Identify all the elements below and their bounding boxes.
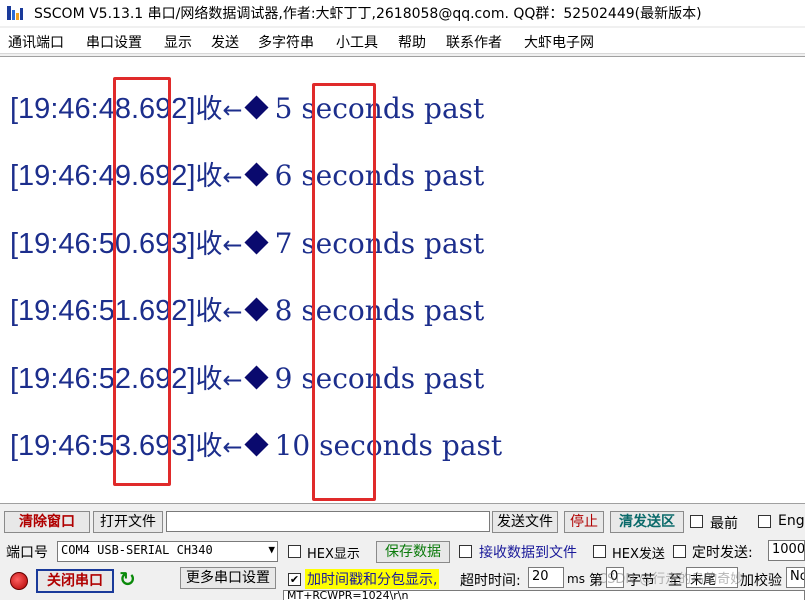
window-title: SSCOM V5.13.1 串口/网络数据调试器,作者:大虾丁丁,2618058… [34, 6, 702, 22]
receive-line: [19:46:53.693]收← 10 seconds past [10, 426, 502, 466]
port-select[interactable]: COM4 USB-SERIAL CH340 ▼ [57, 541, 278, 562]
timestamp-prefix: [19:46: [10, 160, 99, 192]
menu-website[interactable]: 大虾电子网 [524, 32, 594, 52]
stop-button[interactable]: 停止 [564, 511, 604, 533]
left-arrow-icon: ← [222, 96, 243, 124]
diamond-icon [244, 95, 269, 120]
highlight-box-seconds [113, 77, 171, 486]
receive-direction: 收 [195, 431, 223, 462]
nth-byte-input[interactable]: 0 [606, 567, 624, 588]
byte-label: 字节 [627, 573, 655, 589]
timestamp-prefix: [19:46: [10, 228, 99, 260]
left-arrow-icon: ← [222, 231, 243, 259]
timestamp-prefix: [19:46: [10, 430, 99, 462]
menu-help[interactable]: 帮助 [398, 32, 426, 52]
green-refresh-icon[interactable]: ↻ [119, 567, 136, 591]
timestamp-prefix: [19:46: [10, 295, 99, 327]
timestamp-checkbox[interactable]: ✔ [288, 573, 301, 586]
end-select[interactable]: 末尾 [686, 567, 738, 588]
menu-multi-string[interactable]: 多字符串 [258, 32, 314, 52]
receive-line: [19:46:49.692]收← 6 seconds past [10, 156, 484, 196]
menu-tools[interactable]: 小工具 [336, 32, 378, 52]
diamond-icon [244, 365, 269, 390]
diamond-icon [244, 230, 269, 255]
receive-line: [19:46:50.693]收← 7 seconds past [10, 224, 484, 264]
seconds-count: 6 [274, 159, 293, 192]
timestamp-prefix: [19:46: [10, 363, 99, 395]
receive-area[interactable]: [19:46:48.692]收← 5 seconds past [19:46:49… [0, 56, 805, 504]
receive-direction: 收 [195, 364, 223, 395]
chevron-down-icon[interactable]: ▼ [268, 543, 275, 556]
menu-comm-port[interactable]: 通讯端口 [8, 32, 64, 52]
end-select-value: 末尾 [690, 573, 717, 588]
left-arrow-icon: ← [222, 366, 243, 394]
timeout-input[interactable]: 20 [528, 567, 564, 588]
diamond-icon [244, 162, 269, 187]
timeout-label: 超时时间: [460, 573, 521, 589]
left-arrow-icon: ← [222, 298, 243, 326]
menu-bar: 通讯端口 串口设置 显示 发送 多字符串 小工具 帮助 联系作者 大虾电子网 [0, 28, 805, 54]
receive-direction: 收 [195, 161, 223, 192]
timestamp-label: 加时间戳和分包显示, [305, 569, 440, 589]
checksum-label: 加校验 [740, 573, 782, 589]
timed-send-checkbox[interactable] [673, 545, 686, 558]
receive-direction: 收 [195, 296, 223, 327]
menu-contact-author[interactable]: 联系作者 [446, 32, 502, 52]
timeout-unit: ms [567, 572, 585, 586]
menu-serial-settings[interactable]: 串口设置 [86, 32, 142, 52]
send-text-area[interactable]: MT+RCWPR=1024\r\n [283, 590, 805, 600]
receive-direction: 收 [195, 94, 223, 125]
left-arrow-icon: ← [222, 433, 243, 461]
timestamp-prefix: [19:46: [10, 93, 99, 125]
timed-send-interval-input[interactable]: 1000 [768, 540, 805, 561]
diamond-icon [244, 297, 269, 322]
hex-send-label: HEX发送 [612, 547, 665, 562]
checksum-select[interactable]: No [786, 567, 805, 588]
receive-line: [19:46:51.692]收← 8 seconds past [10, 291, 484, 331]
timed-send-label: 定时发送: [692, 545, 753, 561]
topmost-label: 最前 [710, 516, 738, 532]
seconds-count: 10 [274, 429, 311, 462]
receive-line: [19:46:52.692]收← 9 seconds past [10, 359, 484, 399]
left-arrow-icon: ← [222, 163, 243, 191]
save-data-button[interactable]: 保存数据 [376, 541, 450, 563]
english-label: Engl [778, 513, 805, 529]
menu-display[interactable]: 显示 [164, 32, 192, 52]
clear-send-button[interactable]: 清发送区 [610, 511, 684, 533]
receive-direction: 收 [195, 229, 223, 260]
open-file-button[interactable]: 打开文件 [93, 511, 163, 533]
diamond-icon [244, 432, 269, 457]
english-checkbox[interactable] [758, 515, 771, 528]
sscom-app-icon [7, 6, 23, 20]
close-port-button[interactable]: 关闭串口 [36, 569, 114, 593]
menu-send[interactable]: 发送 [211, 32, 239, 52]
seconds-count: 5 [274, 92, 293, 125]
clear-window-button[interactable]: 清除窗口 [4, 511, 90, 533]
more-port-settings-button[interactable]: 更多串口设置 [180, 567, 276, 589]
seconds-count: 8 [274, 294, 293, 327]
red-led-icon [10, 572, 28, 590]
recv-to-file-checkbox[interactable] [459, 545, 472, 558]
hex-display-label: HEX显示 [307, 547, 360, 562]
nth-label: 第 [589, 573, 603, 589]
seconds-count: 7 [274, 227, 293, 260]
send-file-button[interactable]: 发送文件 [492, 511, 558, 533]
highlight-box-count [312, 83, 376, 501]
hex-display-checkbox[interactable] [288, 545, 301, 558]
topmost-checkbox[interactable] [690, 515, 703, 528]
recv-to-file-label: 接收数据到文件 [479, 545, 577, 561]
port-select-value: COM4 USB-SERIAL CH340 [61, 543, 213, 557]
file-path-input[interactable] [166, 511, 490, 532]
to-label: 至 [668, 573, 682, 589]
seconds-count: 9 [274, 362, 293, 395]
receive-line: [19:46:48.692]收← 5 seconds past [10, 89, 484, 129]
port-label: 端口号 [6, 545, 48, 561]
title-bar: SSCOM V5.13.1 串口/网络数据调试器,作者:大虾丁丁,2618058… [0, 0, 805, 26]
hex-send-checkbox[interactable] [593, 545, 606, 558]
